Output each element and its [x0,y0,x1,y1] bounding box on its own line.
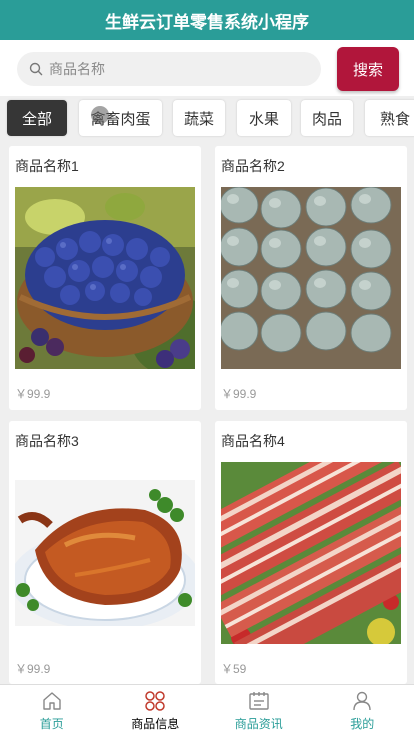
app-title: 生鲜云订单零售系统小程序 [105,12,309,32]
product-image-roast-duck[interactable] [15,480,195,626]
tab-me[interactable]: 我的 [311,685,414,736]
product-price: ￥59 [221,662,247,676]
touch-indicator [91,106,109,124]
tab-products[interactable]: 商品信息 [104,685,208,736]
tab-label: 我的 [350,717,375,731]
search-icon [29,62,43,76]
product-card[interactable]: 商品名称2 ￥99.9 [215,146,407,410]
product-name: 商品名称4 [221,433,285,449]
app-title-bar: 生鲜云订单零售系统小程序 [0,0,414,40]
category-tab-fruit[interactable]: 水果 [237,100,291,136]
search-button[interactable]: 搜索 [337,47,399,91]
news-icon [248,690,270,712]
user-icon [351,690,373,712]
tab-label: 首页 [39,717,64,731]
product-name: 商品名称2 [221,158,285,174]
category-tabs: 全部 禽畜肉蛋 蔬菜 水果 肉品 熟食 [0,96,414,142]
tab-label: 商品资讯 [234,717,283,731]
category-tab-vegetables[interactable]: 蔬菜 [173,100,225,136]
product-price: ￥99.9 [15,387,51,401]
search-input[interactable] [49,61,289,77]
category-tab-all[interactable]: 全部 [7,100,67,136]
product-card[interactable]: 商品名称3 ￥99.9 [9,421,201,684]
category-tab-deli[interactable]: 熟食 [365,100,414,136]
product-card[interactable]: 商品名称1 ￥99.9 [9,146,201,410]
category-tab-meat[interactable]: 肉品 [301,100,353,136]
product-name: 商品名称3 [15,433,79,449]
home-icon [41,690,63,712]
bottom-tab-bar: 首页 商品信息 商品资讯 我的 [0,684,414,736]
grid-icon [144,690,166,712]
product-image-pork-belly[interactable] [221,462,401,644]
product-image-blueberries[interactable] [15,187,195,369]
product-card[interactable]: 商品名称4 ￥59 [215,421,407,684]
search-field[interactable] [17,52,321,86]
product-image-eggs[interactable] [221,187,401,369]
product-price: ￥99.9 [15,662,51,676]
tab-home[interactable]: 首页 [0,685,104,736]
search-bar: 搜索 [0,40,414,96]
product-name: 商品名称1 [15,158,79,174]
tab-label: 商品信息 [131,717,180,731]
tab-news[interactable]: 商品资讯 [207,685,311,736]
product-price: ￥99.9 [221,387,257,401]
